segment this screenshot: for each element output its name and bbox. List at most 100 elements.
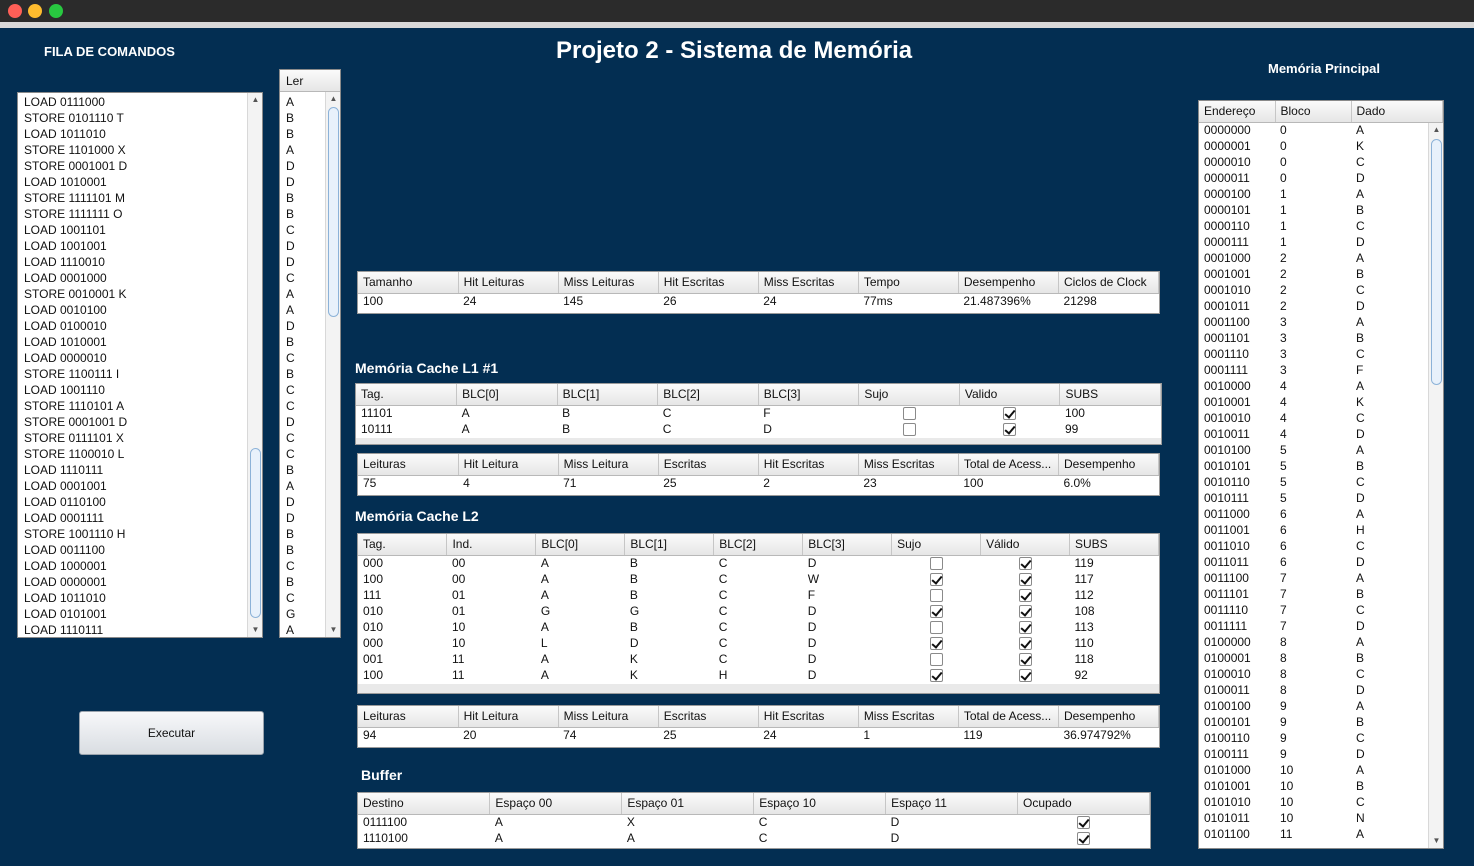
column-header[interactable]: BLC[0]: [456, 384, 558, 406]
valido-checkbox[interactable]: [1018, 621, 1032, 635]
table-row[interactable]: 0010011 4 D: [1199, 426, 1443, 442]
table-row[interactable]: 100 11 A K H D 92: [358, 667, 1159, 683]
list-item[interactable]: LOAD 1010001: [18, 174, 247, 190]
scroll-thumb[interactable]: [250, 448, 261, 618]
table-row[interactable]: 0010110 5 C: [1199, 474, 1443, 490]
sujo-checkbox[interactable]: [929, 621, 943, 635]
list-item[interactable]: B: [280, 366, 325, 382]
command-queue-scrollbar[interactable]: ▲ ▼: [247, 93, 262, 637]
list-item[interactable]: LOAD 1011010: [18, 126, 247, 142]
list-item[interactable]: LOAD 1001110: [18, 382, 247, 398]
sujo-checkbox[interactable]: [929, 557, 943, 571]
table-row[interactable]: 0010100 5 A: [1199, 442, 1443, 458]
valido-checkbox[interactable]: [1018, 653, 1032, 667]
table-row[interactable]: 0011001 6 H: [1199, 522, 1443, 538]
table-row[interactable]: 0010010 4 C: [1199, 410, 1443, 426]
column-header[interactable]: Hit Leitura: [458, 454, 559, 476]
list-item[interactable]: STORE 1100111 I: [18, 366, 247, 382]
list-item[interactable]: LOAD 1000001: [18, 558, 247, 574]
table-row[interactable]: 0101001 10 B: [1199, 778, 1443, 794]
column-header[interactable]: Escritas: [658, 454, 759, 476]
ocupado-checkbox[interactable]: [1077, 816, 1091, 830]
list-item[interactable]: STORE 1001110 H: [18, 526, 247, 542]
table-row[interactable]: 0000110 1 C: [1199, 218, 1443, 234]
column-header[interactable]: Hit Escritas: [658, 272, 759, 294]
list-item[interactable]: LOAD 1001101: [18, 222, 247, 238]
column-header[interactable]: Ind.: [446, 534, 537, 556]
list-item[interactable]: LOAD 0000010: [18, 350, 247, 366]
list-item[interactable]: LOAD 1110010: [18, 254, 247, 270]
list-item[interactable]: LOAD 0010100: [18, 302, 247, 318]
table-row[interactable]: 0100010 8 C: [1199, 666, 1443, 682]
minimize-window-button[interactable]: [28, 4, 42, 18]
ler-scrollbar[interactable]: ▲ ▼: [325, 92, 340, 637]
column-header[interactable]: Destino: [358, 793, 491, 815]
list-item[interactable]: C: [280, 558, 325, 574]
table-row[interactable]: 0100000 8 A: [1199, 634, 1443, 650]
table-row[interactable]: 94 20 74 25 24 1 119 36.974792%: [358, 727, 1159, 743]
column-header[interactable]: Leituras: [358, 454, 459, 476]
table-row[interactable]: 0001010 2 C: [1199, 282, 1443, 298]
column-header[interactable]: Hit Escritas: [758, 454, 859, 476]
column-header[interactable]: Tamanho: [358, 272, 459, 294]
table-row[interactable]: 0000111 1 D: [1199, 234, 1443, 250]
main-memory-scrollbar[interactable]: ▲ ▼: [1428, 123, 1443, 848]
list-item[interactable]: STORE 0010001 K: [18, 286, 247, 302]
list-item[interactable]: LOAD 0000001: [18, 574, 247, 590]
valido-checkbox[interactable]: [1018, 573, 1032, 587]
list-item[interactable]: D: [280, 254, 325, 270]
list-item[interactable]: STORE 1111111 O: [18, 206, 247, 222]
table-row[interactable]: 0100001 8 B: [1199, 650, 1443, 666]
column-header[interactable]: Desempenho: [1058, 454, 1159, 476]
list-item[interactable]: A: [280, 142, 325, 158]
sujo-checkbox[interactable]: [929, 637, 943, 651]
list-item[interactable]: D: [280, 414, 325, 430]
table-row[interactable]: 0001110 3 C: [1199, 346, 1443, 362]
column-header[interactable]: BLC[3]: [802, 534, 893, 556]
list-item[interactable]: LOAD 0011100: [18, 542, 247, 558]
table-row[interactable]: 0011110 7 C: [1199, 602, 1443, 618]
list-item[interactable]: LOAD 0001000: [18, 270, 247, 286]
list-item[interactable]: LOAD 1011010: [18, 590, 247, 606]
column-header[interactable]: BLC[3]: [758, 384, 860, 406]
table-row[interactable]: 0001001 2 B: [1199, 266, 1443, 282]
column-header[interactable]: Desempenho: [958, 272, 1059, 294]
table-row[interactable]: 0001100 3 A: [1199, 314, 1443, 330]
table-row[interactable]: 010 10 A B C D 113: [358, 619, 1159, 635]
command-queue-list[interactable]: LOAD 0111000 STORE 0101110 T LOAD 1011010 S…: [17, 92, 263, 638]
list-item[interactable]: B: [280, 462, 325, 478]
column-header[interactable]: Miss Escritas: [858, 454, 959, 476]
column-header[interactable]: Sujo: [858, 384, 960, 406]
column-header[interactable]: Total de Acess...: [958, 454, 1059, 476]
table-row[interactable]: 0011100 7 A: [1199, 570, 1443, 586]
list-item[interactable]: STORE 0111101 X: [18, 430, 247, 446]
valido-checkbox[interactable]: [1018, 669, 1032, 683]
table-row[interactable]: 000 00 A B C D 119: [358, 555, 1159, 571]
valido-checkbox[interactable]: [1018, 589, 1032, 603]
valido-checkbox[interactable]: [1018, 605, 1032, 619]
list-item[interactable]: LOAD 0001111: [18, 510, 247, 526]
table-row[interactable]: 0000000 0 A: [1199, 122, 1443, 138]
table-row[interactable]: 0111100 A X C D: [358, 814, 1150, 830]
column-header[interactable]: Tempo: [858, 272, 959, 294]
sujo-checkbox[interactable]: [929, 589, 943, 603]
table-row[interactable]: 000 10 L D C D 110: [358, 635, 1159, 651]
column-header[interactable]: Bloco: [1275, 101, 1352, 123]
list-item[interactable]: LOAD 1110111: [18, 622, 247, 637]
list-item[interactable]: B: [280, 190, 325, 206]
column-header[interactable]: Valido: [959, 384, 1061, 406]
table-row[interactable]: 0001000 2 A: [1199, 250, 1443, 266]
column-header[interactable]: Hit Leitura: [458, 706, 559, 728]
table-row[interactable]: 75 4 71 25 2 23 100 6.0%: [358, 475, 1159, 491]
column-header[interactable]: BLC[2]: [713, 534, 804, 556]
table-row[interactable]: 0011010 6 C: [1199, 538, 1443, 554]
column-header[interactable]: Desempenho: [1058, 706, 1159, 728]
valido-checkbox[interactable]: [1018, 637, 1032, 651]
list-item[interactable]: C: [280, 430, 325, 446]
list-item[interactable]: LOAD 0110100: [18, 494, 247, 510]
column-header[interactable]: Ciclos de Clock: [1058, 272, 1159, 294]
sujo-checkbox[interactable]: [929, 605, 943, 619]
list-item[interactable]: D: [280, 318, 325, 334]
list-item[interactable]: LOAD 1001001: [18, 238, 247, 254]
table-row[interactable]: 0011101 7 B: [1199, 586, 1443, 602]
